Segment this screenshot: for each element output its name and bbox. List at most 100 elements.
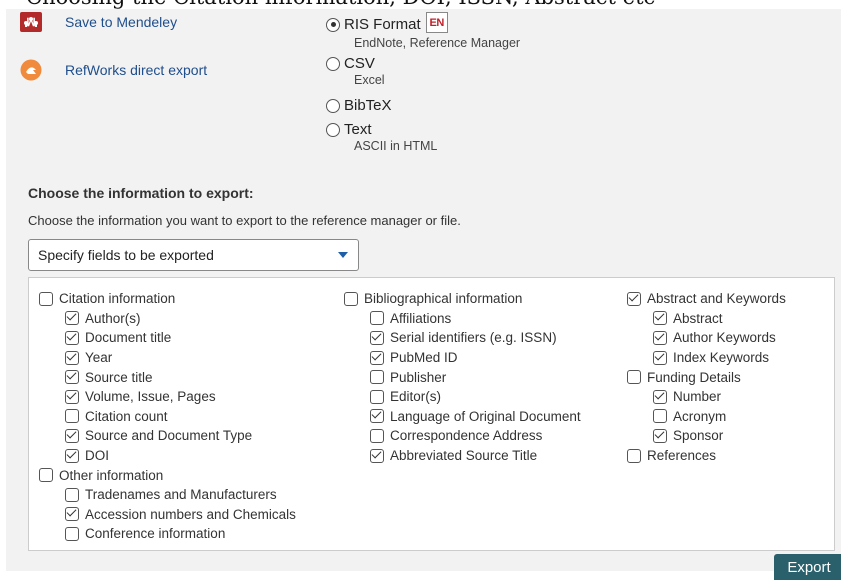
field-option[interactable]: Citation information xyxy=(39,289,296,309)
field-checkbox[interactable] xyxy=(627,370,641,385)
field-option[interactable]: Other information xyxy=(39,465,296,485)
field-checkbox[interactable] xyxy=(370,350,384,365)
field-option[interactable]: Abstract xyxy=(627,309,786,329)
format-csv[interactable]: CSV Excel xyxy=(326,55,385,87)
field-label: References xyxy=(647,448,717,464)
field-checkbox[interactable] xyxy=(65,409,79,424)
format-csv-label: CSV xyxy=(344,55,375,72)
field-option[interactable]: Correspondence Address xyxy=(344,426,581,446)
field-checkbox[interactable] xyxy=(65,487,79,502)
chevron-down-icon xyxy=(338,252,348,258)
field-label: Volume, Issue, Pages xyxy=(85,389,216,405)
field-checkbox[interactable] xyxy=(65,526,79,541)
field-option[interactable]: Serial identifiers (e.g. ISSN) xyxy=(344,328,581,348)
field-option[interactable]: Abbreviated Source Title xyxy=(344,446,581,466)
export-panel: ꟽ Save to Mendeley RefWorks direct expor… xyxy=(6,9,841,580)
field-label: Number xyxy=(673,389,722,405)
field-checkbox[interactable] xyxy=(370,370,384,385)
field-option[interactable]: Author(s) xyxy=(39,309,296,329)
field-option[interactable]: Funding Details xyxy=(627,367,786,387)
ris-radio[interactable] xyxy=(326,17,340,32)
format-ris-label: RIS Format xyxy=(344,16,421,33)
field-checkbox[interactable] xyxy=(370,448,384,463)
field-checkbox[interactable] xyxy=(370,409,384,424)
field-checkbox[interactable] xyxy=(370,389,384,404)
field-option[interactable]: Tradenames and Manufacturers xyxy=(39,485,296,505)
fields-select[interactable]: Specify fields to be exported xyxy=(28,239,359,271)
csv-radio[interactable] xyxy=(326,56,340,71)
field-checkbox[interactable] xyxy=(653,311,667,326)
field-option[interactable]: PubMed ID xyxy=(344,348,581,368)
field-option[interactable]: Index Keywords xyxy=(627,348,786,368)
format-text-label: Text xyxy=(344,121,372,138)
field-label: Serial identifiers (e.g. ISSN) xyxy=(390,330,557,346)
bibtex-radio[interactable] xyxy=(326,98,340,113)
text-radio[interactable] xyxy=(326,122,340,137)
field-checkbox[interactable] xyxy=(39,468,53,483)
field-option[interactable]: References xyxy=(627,446,786,466)
field-option[interactable]: Volume, Issue, Pages xyxy=(39,387,296,407)
field-checkbox[interactable] xyxy=(65,428,79,443)
field-option[interactable]: Acronym xyxy=(627,407,786,427)
field-label: Bibliographical information xyxy=(364,291,523,307)
field-option[interactable]: Number xyxy=(627,387,786,407)
field-option[interactable]: Year xyxy=(39,348,296,368)
field-label: Citation information xyxy=(59,291,176,307)
field-option[interactable]: Editor(s) xyxy=(344,387,581,407)
field-option[interactable]: Citation count xyxy=(39,407,296,427)
field-checkbox[interactable] xyxy=(370,311,384,326)
field-checkbox[interactable] xyxy=(370,330,384,345)
refworks-row[interactable]: RefWorks direct export xyxy=(20,59,207,81)
top-strip-text: Choosing the Citation information, DOI, … xyxy=(26,0,655,9)
mendeley-row[interactable]: ꟽ Save to Mendeley xyxy=(20,11,177,33)
field-option[interactable]: Publisher xyxy=(344,367,581,387)
field-checkbox[interactable] xyxy=(39,291,53,306)
field-checkbox[interactable] xyxy=(653,350,667,365)
format-text[interactable]: Text ASCII in HTML xyxy=(326,121,437,153)
field-label: Source and Document Type xyxy=(85,428,253,444)
format-bibtex[interactable]: BibTeX xyxy=(326,97,392,114)
field-checkbox[interactable] xyxy=(653,409,667,424)
field-checkbox[interactable] xyxy=(65,507,79,522)
field-option[interactable]: Affiliations xyxy=(344,309,581,329)
format-ris[interactable]: RIS Format EN EndNote, Reference Manager xyxy=(326,12,520,50)
field-option[interactable]: Sponsor xyxy=(627,426,786,446)
field-label: Abstract xyxy=(673,310,723,326)
field-checkbox[interactable] xyxy=(65,350,79,365)
field-label: Year xyxy=(85,350,113,366)
field-checkbox[interactable] xyxy=(627,448,641,463)
field-option[interactable]: Source and Document Type xyxy=(39,426,296,446)
format-text-sub: ASCII in HTML xyxy=(354,139,438,153)
field-option[interactable]: Document title xyxy=(39,328,296,348)
field-label: Index Keywords xyxy=(673,350,770,366)
field-option[interactable]: Conference information xyxy=(39,524,296,544)
field-checkbox[interactable] xyxy=(344,291,358,306)
fields-select-value: Specify fields to be exported xyxy=(38,247,214,263)
field-option[interactable]: Source title xyxy=(39,367,296,387)
field-checkbox[interactable] xyxy=(653,428,667,443)
field-option[interactable]: Bibliographical information xyxy=(344,289,581,309)
field-checkbox[interactable] xyxy=(65,448,79,463)
field-option[interactable]: Abstract and Keywords xyxy=(627,289,786,309)
field-option[interactable]: Accession numbers and Chemicals xyxy=(39,505,296,525)
export-button[interactable]: Export xyxy=(774,554,841,580)
field-option[interactable]: DOI xyxy=(39,446,296,466)
top-strip: Choosing the Citation information, DOI, … xyxy=(0,0,841,9)
field-checkbox[interactable] xyxy=(65,370,79,385)
field-checkbox[interactable] xyxy=(370,428,384,443)
field-checkbox[interactable] xyxy=(65,330,79,345)
field-option[interactable]: Author Keywords xyxy=(627,328,786,348)
field-label: Citation count xyxy=(85,408,168,424)
field-checkbox[interactable] xyxy=(65,389,79,404)
format-bibtex-label: BibTeX xyxy=(344,97,392,114)
save-to-mendeley-link[interactable]: Save to Mendeley xyxy=(65,14,177,30)
field-checkbox[interactable] xyxy=(653,330,667,345)
fields-box: Citation information Author(s) Document ti… xyxy=(28,277,835,551)
field-checkbox[interactable] xyxy=(65,311,79,326)
field-label: Affiliations xyxy=(390,310,452,326)
field-checkbox[interactable] xyxy=(653,389,667,404)
field-label: Accession numbers and Chemicals xyxy=(85,506,296,522)
refworks-direct-export-link[interactable]: RefWorks direct export xyxy=(65,62,207,78)
field-option[interactable]: Language of Original Document xyxy=(344,407,581,427)
field-checkbox[interactable] xyxy=(627,291,641,306)
